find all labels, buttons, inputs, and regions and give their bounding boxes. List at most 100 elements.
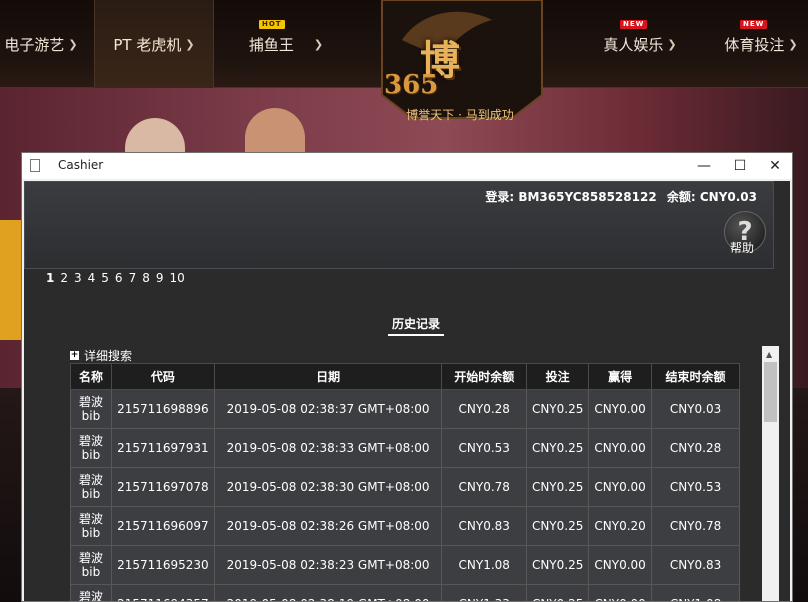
nav-label: PT 老虎机	[113, 35, 182, 54]
table-cell: CNY0.78	[441, 467, 528, 507]
table-cell: CNY0.53	[651, 467, 740, 507]
page-link[interactable]: 4	[88, 271, 96, 285]
chevron-down-icon: ❯	[185, 37, 195, 51]
table-cell: 215711698896	[110, 389, 215, 429]
column-header: 结束时余额	[651, 363, 740, 390]
column-header: 投注	[526, 363, 590, 390]
table-cell: CNY0.00	[588, 428, 653, 468]
nav-label: 电子游艺	[4, 35, 65, 54]
table-cell: CNY0.25	[526, 428, 590, 468]
nav-item-live-casino[interactable]: NEW 真人娱乐 ❯	[594, 0, 686, 88]
table-cell: CNY1.08	[441, 545, 528, 585]
table-cell: CNY0.25	[526, 389, 590, 429]
chevron-down-icon: ❯	[788, 37, 798, 51]
table-cell: 碧波 bib	[70, 467, 112, 507]
window-titlebar[interactable]: Cashier — ☐ ✕	[22, 153, 792, 179]
table-cell: 215711694357	[110, 584, 215, 601]
close-button[interactable]: ✕	[757, 153, 793, 179]
page-link[interactable]: 1	[46, 271, 54, 285]
page-link[interactable]: 6	[115, 271, 123, 285]
history-table-container: 名称 代码 日期 开始时余额 投注 赢得 结束时余额 碧波 bib 215711698896 2…	[70, 363, 740, 601]
scroll-thumb[interactable]	[764, 362, 777, 422]
nav-item-sports-betting[interactable]: NEW 体育投注 ❯	[714, 0, 808, 88]
chevron-down-icon: ❯	[667, 37, 677, 51]
page-link[interactable]: 7	[129, 271, 137, 285]
table-cell: CNY1.08	[651, 584, 740, 601]
table-cell: 215711696097	[110, 506, 215, 546]
new-badge: NEW	[620, 20, 648, 29]
table-cell: 2019-05-08 02:38:37 GMT+08:00	[213, 389, 443, 429]
logo-number: 365	[384, 70, 439, 100]
table-row[interactable]: 碧波 bib 215711698896 2019-05-08 02:38:37 GM…	[70, 389, 740, 429]
column-header: 日期	[213, 363, 443, 390]
table-cell: 碧波 bib	[70, 389, 112, 429]
table-cell: CNY1.33	[441, 584, 528, 601]
table-cell: 215711695230	[110, 545, 215, 585]
table-cell: 碧波 bib	[70, 584, 112, 601]
table-cell: CNY0.25	[526, 506, 590, 546]
table-body: 碧波 bib 215711698896 2019-05-08 02:38:37 GM…	[70, 389, 740, 601]
history-table: 名称 代码 日期 开始时余额 投注 赢得 结束时余额 碧波 bib 215711698896 2…	[70, 363, 740, 601]
page-link[interactable]: 3	[74, 271, 82, 285]
table-row[interactable]: 碧波 bib 215711697931 2019-05-08 02:38:33 GM…	[70, 428, 740, 468]
close-icon: ✕	[769, 158, 781, 174]
chevron-down-icon: ❯	[68, 37, 78, 51]
table-cell: 215711697078	[110, 467, 215, 507]
plus-icon: +	[70, 350, 79, 360]
table-row[interactable]: 碧波 bib 215711695230 2019-05-08 02:38:23 GM…	[70, 545, 740, 585]
table-cell: CNY0.00	[588, 584, 653, 601]
tab-history[interactable]: 历史记录	[388, 315, 445, 336]
table-cell: CNY0.03	[651, 389, 740, 429]
login-id: 登录: BM365YC858528122	[485, 190, 657, 204]
table-cell: 碧波 bib	[70, 545, 112, 585]
window-title: Cashier	[58, 158, 104, 172]
table-cell: 2019-05-08 02:38:30 GMT+08:00	[213, 467, 443, 507]
pagination: 1 2 3 4 5 6 7 8 9 10	[46, 271, 191, 285]
table-row[interactable]: 碧波 bib 215711696097 2019-05-08 02:38:26 GM…	[70, 506, 740, 546]
cashier-window: Cashier — ☐ ✕ 登录: BM365YC858528122 余额: C…	[21, 152, 793, 602]
page-link[interactable]: 8	[142, 271, 150, 285]
table-cell: CNY0.28	[651, 428, 740, 468]
column-header: 开始时余额	[441, 363, 528, 390]
table-cell: CNY0.83	[441, 506, 528, 546]
maximize-button[interactable]: ☐	[722, 153, 758, 179]
nav-item-fishing-king[interactable]: HOT 捕鱼王 ❯	[236, 0, 336, 88]
balance: 余额: CNY0.03	[666, 190, 757, 204]
column-header: 名称	[70, 363, 112, 390]
hot-badge: HOT	[259, 20, 285, 29]
table-cell: 2019-05-08 02:38:33 GMT+08:00	[213, 428, 443, 468]
table-cell: CNY0.53	[441, 428, 528, 468]
table-row[interactable]: 碧波 bib2157116943572019-05-08 02:38:19 GM…	[70, 584, 740, 601]
page-link[interactable]: 10	[169, 271, 184, 285]
table-cell: CNY0.83	[651, 545, 740, 585]
chevron-down-icon: ❯	[313, 37, 324, 51]
table-cell: CNY0.28	[441, 389, 528, 429]
cashier-header: 登录: BM365YC858528122 余额: CNY0.03	[24, 181, 774, 269]
table-cell: 碧波 bib	[70, 506, 112, 546]
table-cell: 碧波 bib	[70, 428, 112, 468]
page-link[interactable]: 5	[101, 271, 109, 285]
table-cell: CNY0.00	[588, 467, 653, 507]
table-header-row: 名称 代码 日期 开始时余额 投注 赢得 结束时余额	[70, 363, 740, 390]
page-link[interactable]: 2	[60, 271, 68, 285]
nav-label: 捕鱼王	[248, 35, 294, 54]
help-label[interactable]: 帮助	[730, 239, 754, 256]
table-cell: CNY0.25	[526, 467, 590, 507]
minimize-icon: —	[697, 158, 711, 174]
page-link[interactable]: 9	[156, 271, 164, 285]
advanced-search-toggle[interactable]: + 详细搜索	[70, 347, 132, 364]
document-icon	[30, 159, 40, 172]
column-header: 代码	[110, 363, 215, 390]
vertical-scrollbar[interactable]: ▲	[762, 346, 779, 601]
table-cell: CNY0.78	[651, 506, 740, 546]
table-cell: CNY0.20	[588, 506, 653, 546]
table-row[interactable]: 碧波 bib 215711697078 2019-05-08 02:38:30 GM…	[70, 467, 740, 507]
new-badge: NEW	[740, 20, 768, 29]
scroll-up-icon[interactable]: ▲	[766, 350, 772, 359]
table-cell: CNY0.25	[526, 584, 590, 601]
account-info: 登录: BM365YC858528122 余额: CNY0.03	[479, 188, 757, 205]
nav-item-electronic-games[interactable]: 电子游艺 ❯	[0, 0, 82, 88]
nav-item-pt-slots[interactable]: PT 老虎机 ❯	[94, 0, 214, 88]
advanced-search-label: 详细搜索	[84, 349, 133, 363]
minimize-button[interactable]: —	[686, 153, 722, 179]
